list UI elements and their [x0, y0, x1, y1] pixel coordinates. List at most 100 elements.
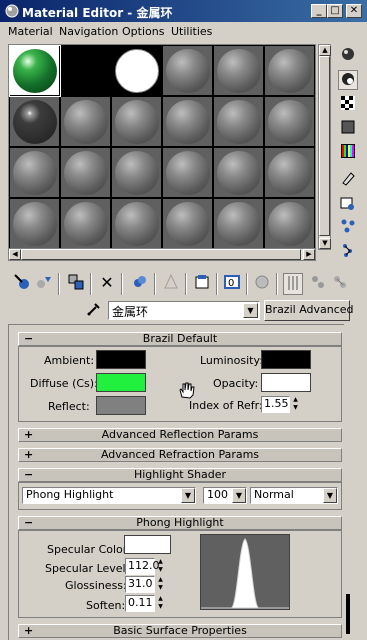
- menu-material[interactable]: Material: [8, 25, 53, 38]
- sample-slot[interactable]: [10, 97, 60, 147]
- sample-slot[interactable]: [61, 148, 111, 198]
- sample-slot[interactable]: [163, 97, 213, 147]
- video-color-check-icon[interactable]: [338, 144, 358, 164]
- show-end-result-icon[interactable]: [252, 273, 272, 295]
- blend-mode-dropdown[interactable]: Normal ▼: [250, 487, 338, 504]
- material-effects-channel-icon[interactable]: [192, 273, 212, 295]
- spinner-arrows-icon[interactable]: ▲ ▼: [291, 396, 300, 413]
- title-bar[interactable]: Material Editor - 金属环 _ □ ✕: [0, 0, 367, 22]
- select-by-material-icon[interactable]: [338, 218, 358, 238]
- ior-spinner[interactable]: 1.55: [261, 396, 290, 413]
- sample-slot[interactable]: [112, 97, 162, 147]
- sample-slot[interactable]: [265, 46, 315, 96]
- material-navigator-icon[interactable]: [330, 273, 350, 295]
- make-unique-icon[interactable]: [130, 273, 150, 295]
- sample-slot[interactable]: [214, 148, 264, 198]
- opacity-color-swatch[interactable]: [261, 373, 311, 392]
- sample-slot[interactable]: [9, 45, 61, 97]
- sample-slot[interactable]: [61, 97, 111, 147]
- assign-to-selection-icon[interactable]: [66, 273, 86, 295]
- diffuse-color-swatch[interactable]: [96, 373, 146, 392]
- toolbar-separator: [121, 273, 123, 295]
- scroll-right-arrow-icon[interactable]: ▶: [303, 249, 315, 260]
- pick-material-eyedropper-icon[interactable]: [84, 301, 104, 319]
- spinner-arrows-icon[interactable]: ▲ ▼: [156, 595, 165, 612]
- soften-spinner[interactable]: 0.11: [125, 595, 155, 612]
- chevron-down-icon[interactable]: ▼: [232, 488, 246, 503]
- put-to-library-icon[interactable]: [161, 273, 181, 295]
- shader-type-dropdown[interactable]: Phong Highlight ▼: [22, 487, 196, 504]
- rollout-header-brazil-default[interactable]: − Brazil Default: [18, 332, 342, 346]
- sample-slot[interactable]: [163, 46, 213, 96]
- material-map-navigator-icon[interactable]: [338, 242, 358, 262]
- sample-slot[interactable]: [163, 199, 213, 249]
- go-forward-to-sibling-icon[interactable]: [308, 273, 328, 295]
- get-material-icon[interactable]: [12, 273, 32, 295]
- background-checker-icon[interactable]: [338, 96, 358, 116]
- put-to-scene-icon[interactable]: [34, 273, 54, 295]
- slots-horizontal-scrollbar[interactable]: ◀ ▶: [8, 248, 316, 261]
- sample-slot[interactable]: [265, 148, 315, 198]
- glossiness-spinner[interactable]: 31.0: [125, 576, 155, 593]
- sample-slot[interactable]: [214, 97, 264, 147]
- rollout-scroll-thumb[interactable]: [346, 594, 350, 634]
- sample-slot[interactable]: [112, 199, 162, 249]
- sample-slot[interactable]: [265, 97, 315, 147]
- scroll-thumb[interactable]: [319, 56, 330, 236]
- reset-map-icon[interactable]: ✕: [97, 273, 117, 295]
- menu-navigation[interactable]: Navigation: [59, 25, 118, 38]
- rollout-header-phong-highlight[interactable]: − Phong Highlight: [18, 516, 342, 530]
- specular-level-spinner[interactable]: 112.0: [125, 558, 160, 575]
- chevron-down-icon[interactable]: ▼: [243, 303, 258, 318]
- reflect-label: Reflect:: [48, 400, 90, 413]
- material-preview-sphere: [115, 49, 159, 93]
- sample-slot[interactable]: [10, 199, 60, 249]
- sample-slot[interactable]: [214, 199, 264, 249]
- scroll-up-arrow-icon[interactable]: ▲: [319, 45, 331, 56]
- sample-slot[interactable]: [112, 148, 162, 198]
- sample-slot[interactable]: [163, 148, 213, 198]
- ambient-color-swatch[interactable]: [96, 350, 146, 369]
- sample-slot[interactable]: [10, 148, 60, 198]
- ambient-label: Ambient:: [44, 354, 95, 367]
- material-type-button[interactable]: Brazil Advanced: [264, 300, 354, 321]
- go-to-parent-icon[interactable]: [283, 273, 303, 295]
- sample-slot[interactable]: [265, 199, 315, 249]
- slots-vertical-scrollbar[interactable]: ▲ ▼: [318, 44, 331, 250]
- reflect-color-swatch[interactable]: [96, 396, 146, 415]
- rollout-scrollbar[interactable]: [344, 324, 354, 640]
- highlight-amount-dropdown[interactable]: 100 ▼: [203, 487, 247, 504]
- scroll-thumb[interactable]: [21, 249, 301, 260]
- backlight-icon[interactable]: [338, 70, 358, 90]
- menu-options[interactable]: Options: [122, 25, 164, 38]
- rollout-header-advanced-reflection[interactable]: + Advanced Reflection Params: [18, 428, 342, 442]
- sample-slot[interactable]: [214, 46, 264, 96]
- material-name-combobox[interactable]: 金属环 ▼: [108, 301, 260, 320]
- specular-color-swatch[interactable]: [124, 535, 171, 554]
- sample-slot[interactable]: [112, 46, 162, 96]
- rollout-header-highlight-shader[interactable]: − Highlight Shader: [18, 468, 342, 482]
- spinner-arrows-icon[interactable]: ▲ ▼: [156, 576, 165, 593]
- sample-slot[interactable]: [61, 46, 111, 96]
- make-preview-icon[interactable]: [338, 170, 358, 190]
- close-button[interactable]: ✕: [346, 4, 362, 18]
- options-icon[interactable]: [338, 196, 358, 216]
- minimize-button[interactable]: _: [311, 4, 327, 18]
- chevron-down-icon[interactable]: ▼: [323, 488, 337, 503]
- maximize-button[interactable]: □: [327, 4, 343, 18]
- hand-cursor-icon: [176, 380, 196, 400]
- spinner-arrows-icon[interactable]: ▲ ▼: [156, 558, 165, 575]
- menu-utilities[interactable]: Utilities: [171, 25, 212, 38]
- sample-slot[interactable]: [61, 199, 111, 249]
- scroll-down-arrow-icon[interactable]: ▼: [319, 238, 331, 249]
- material-preview-sphere: [115, 202, 159, 246]
- sample-uv-tiling-icon[interactable]: [338, 120, 358, 140]
- rollout-header-basic-surface[interactable]: + Basic Surface Properties: [18, 624, 342, 638]
- sample-type-sphere-icon[interactable]: [338, 46, 358, 66]
- rollout-header-advanced-refraction[interactable]: + Advanced Refraction Params: [18, 448, 342, 462]
- chevron-down-icon[interactable]: ▼: [181, 488, 195, 503]
- show-map-in-viewport-icon[interactable]: 0: [222, 273, 242, 295]
- luminosity-color-swatch[interactable]: [261, 350, 311, 369]
- scroll-left-arrow-icon[interactable]: ◀: [9, 249, 21, 260]
- rollout-title: Brazil Default: [142, 332, 218, 345]
